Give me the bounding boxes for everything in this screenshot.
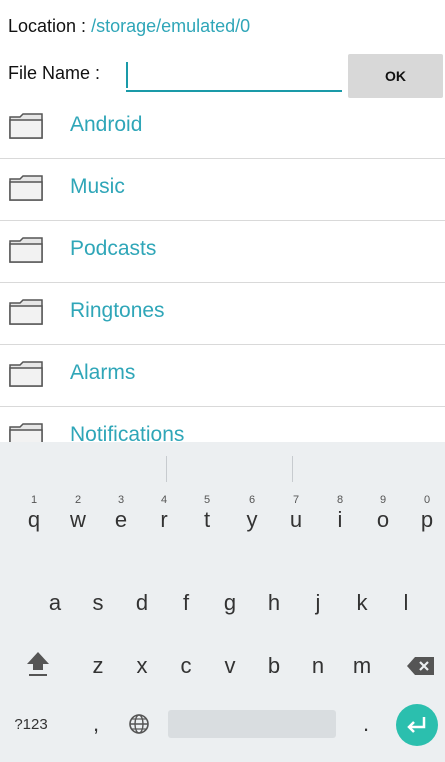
list-item[interactable]: Ringtones [0, 282, 445, 345]
location-label: Location : [8, 16, 92, 36]
key-j[interactable]: j [304, 583, 332, 623]
enter-icon [407, 717, 426, 733]
symbols-key[interactable]: ?123 [8, 704, 54, 744]
list-item[interactable]: Android [0, 96, 445, 159]
filename-row: File Name : [8, 60, 342, 92]
key-e[interactable]: 3e [107, 494, 135, 540]
folder-icon [9, 361, 43, 387]
folder-name: Music [70, 175, 125, 198]
folder-icon [9, 423, 43, 442]
key-b[interactable]: b [260, 646, 288, 686]
list-item[interactable]: Alarms [0, 344, 445, 407]
shift-icon [27, 652, 49, 676]
filename-label: File Name : [8, 63, 101, 83]
folder-icon [9, 113, 43, 139]
key-w[interactable]: 2w [64, 494, 92, 540]
spacebar[interactable] [168, 710, 336, 738]
folder-icon [9, 175, 43, 201]
key-k[interactable]: k [348, 583, 376, 623]
key-i[interactable]: 8i [326, 494, 354, 540]
filename-input[interactable] [126, 60, 342, 92]
key-h[interactable]: h [260, 583, 288, 623]
text-cursor [126, 62, 128, 88]
key-r[interactable]: 4r [150, 494, 178, 540]
period-key[interactable]: . [356, 704, 376, 744]
list-item[interactable]: Music [0, 158, 445, 221]
key-y[interactable]: 6y [238, 494, 266, 540]
key-x[interactable]: x [128, 646, 156, 686]
soft-keyboard: 1q 2w 3e 4r 5t 6y 7u 8i 9o 0p a s d f g … [0, 442, 445, 762]
key-v[interactable]: v [216, 646, 244, 686]
list-item[interactable]: Notifications [0, 406, 445, 442]
enter-key[interactable] [396, 704, 438, 746]
folder-list: Android Music Podcasts Ringtones Alarms [0, 96, 445, 442]
key-s[interactable]: s [84, 583, 112, 623]
folder-name: Notifications [70, 423, 185, 442]
suggestion-divider [166, 456, 167, 482]
folder-icon [9, 299, 43, 325]
backspace-key[interactable] [404, 646, 438, 686]
shift-key[interactable] [20, 644, 56, 684]
key-d[interactable]: d [128, 583, 156, 623]
language-key[interactable] [124, 704, 154, 744]
ok-button[interactable]: OK [348, 54, 443, 98]
key-m[interactable]: m [348, 646, 376, 686]
key-n[interactable]: n [304, 646, 332, 686]
backspace-icon [407, 657, 434, 675]
folder-name: Podcasts [70, 237, 157, 260]
globe-icon [129, 714, 149, 734]
key-z[interactable]: z [84, 646, 112, 686]
comma-key[interactable]: , [86, 704, 106, 744]
list-item[interactable]: Podcasts [0, 220, 445, 283]
folder-icon [9, 237, 43, 263]
suggestion-strip [0, 442, 445, 494]
key-p[interactable]: 0p [413, 494, 441, 540]
key-f[interactable]: f [172, 583, 200, 623]
key-g[interactable]: g [216, 583, 244, 623]
location-row: Location : /storage/emulated/0 [8, 16, 250, 37]
location-path: /storage/emulated/0 [91, 16, 251, 36]
suggestion-divider [292, 456, 293, 482]
key-u[interactable]: 7u [282, 494, 310, 540]
folder-name: Alarms [70, 361, 136, 384]
key-l[interactable]: l [392, 583, 420, 623]
key-q[interactable]: 1q [20, 494, 48, 540]
folder-name: Android [70, 113, 143, 136]
key-c[interactable]: c [172, 646, 200, 686]
key-t[interactable]: 5t [193, 494, 221, 540]
key-o[interactable]: 9o [369, 494, 397, 540]
key-a[interactable]: a [41, 583, 69, 623]
folder-name: Ringtones [70, 299, 165, 322]
